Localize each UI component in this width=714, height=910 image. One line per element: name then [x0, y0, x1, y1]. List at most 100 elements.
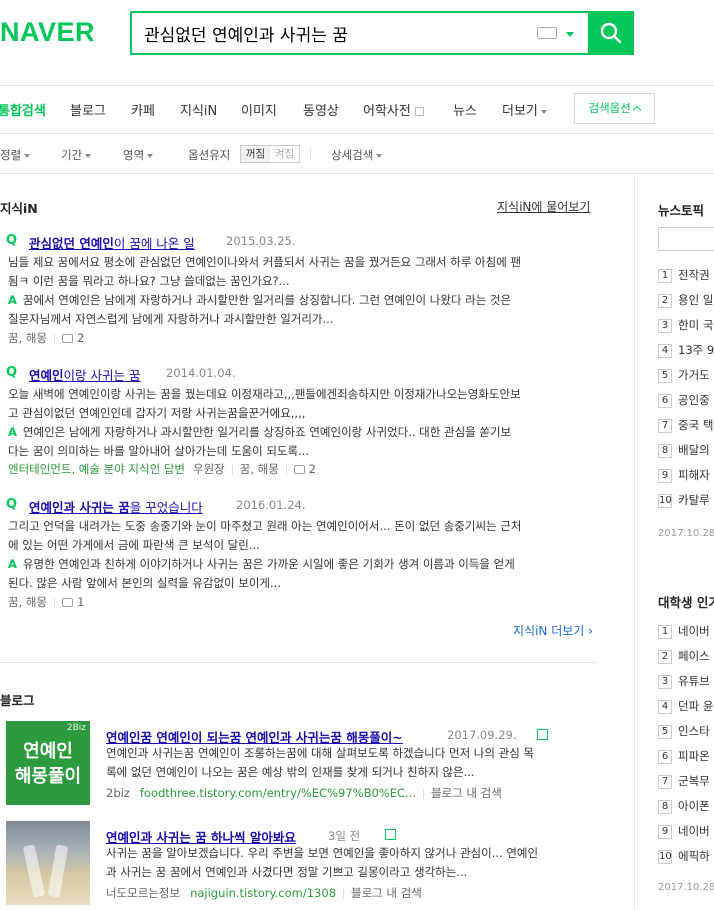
- kin-item-category[interactable]: 엔터테인먼트, 예술 분야 지식인 답변: [8, 462, 185, 476]
- rank-item[interactable]: 1 전작권: [658, 267, 710, 283]
- blog-thumbnail[interactable]: [6, 821, 90, 905]
- rank-item[interactable]: 1 네이버: [658, 623, 710, 639]
- search-options-button[interactable]: 검색옵션: [574, 93, 655, 124]
- rank-number: 1: [658, 624, 672, 639]
- keyboard-icon[interactable]: [537, 27, 557, 39]
- toggle-off[interactable]: 꺼짐: [241, 146, 270, 162]
- filter-period[interactable]: 기간: [61, 147, 92, 163]
- question-line: 에 있는 어떤 가게에서 금에 파란색 큰 보석이 달린...: [8, 538, 260, 552]
- kin-item-title[interactable]: 연예인과 사귀는 꿈을 꾸었습니다: [29, 497, 203, 516]
- rank-number: 5: [658, 724, 672, 739]
- rank-number: 1: [658, 268, 672, 283]
- rank-label: 피파온: [678, 749, 710, 763]
- tab-news[interactable]: 뉴스: [453, 100, 477, 119]
- rank-label: 중국 택: [678, 418, 714, 432]
- tab-kin[interactable]: 지식iN: [180, 100, 217, 119]
- kin-item-tags[interactable]: 꿈, 해몽: [8, 331, 47, 345]
- rank-number: 10: [658, 493, 672, 508]
- blog-item-title-text: 연예인과 사귀는 꿈 하나씩 알아봐요: [106, 830, 296, 845]
- blog-source[interactable]: 너도모르는정보: [106, 886, 180, 900]
- rank-item[interactable]: 9 네이버: [658, 823, 710, 839]
- news-topic-input[interactable]: [658, 227, 714, 251]
- rank-number: 2: [658, 293, 672, 308]
- rank-item[interactable]: 6 피파온: [658, 748, 710, 764]
- chevron-down-icon[interactable]: [566, 32, 574, 37]
- kin-item-date: 2014.01.04.: [166, 366, 236, 380]
- naver-logo[interactable]: NAVER: [0, 17, 95, 48]
- filter-area[interactable]: 영역: [123, 147, 154, 163]
- comment-count[interactable]: 2: [77, 331, 84, 345]
- blog-body-line: 연예인과 사귀는꿈 연예인이 조롱하는꿈에 대해 살펴보도록 하겠습니다 먼저 …: [106, 746, 535, 760]
- tab-more[interactable]: 더보기: [502, 100, 547, 119]
- answer-line: A 연예인은 남에게 자랑하거나 과시할만한 일거리를 상징하죠 연예인이랑 사귀…: [8, 423, 598, 442]
- kin-item-tags[interactable]: 꿈, 해몽: [8, 595, 47, 609]
- university-topic-date: 2017.10.28.: [658, 882, 714, 893]
- tab-integrated[interactable]: 통합검색: [0, 100, 46, 119]
- tab-images[interactable]: 이미지: [241, 100, 277, 119]
- tab-videos[interactable]: 동영상: [303, 100, 339, 119]
- search-button[interactable]: [588, 11, 634, 55]
- rank-item[interactable]: 2 용인 일: [658, 292, 713, 308]
- glass-shape: [47, 844, 69, 898]
- answer-icon: A: [8, 293, 17, 307]
- blog-item-date: 2017.09.29.: [447, 728, 517, 742]
- blog-inner-search[interactable]: 블로그 내 검색: [351, 886, 422, 900]
- kin-item: Q 연예인이랑 사귀는 꿈 2014.01.04. 오늘 새벽에 연예인이랑 사…: [0, 365, 598, 480]
- share-icon[interactable]: [537, 729, 548, 740]
- blog-inner-search[interactable]: 블로그 내 검색: [431, 786, 502, 800]
- kin-more-link[interactable]: 지식iN 더보기 ›: [513, 622, 593, 639]
- search-icon: [600, 22, 622, 44]
- blog-url[interactable]: najiguin.tistory.com/1308: [190, 886, 336, 900]
- rank-item[interactable]: 9 피해자: [658, 467, 710, 483]
- thumb-line: 해몽풀이: [14, 766, 82, 787]
- chevron-down-icon: [376, 153, 383, 158]
- rank-item[interactable]: 8 배달의: [658, 442, 710, 458]
- blog-thumbnail[interactable]: 2Biz 연예인 해몽풀이: [6, 721, 90, 805]
- rank-item[interactable]: 7 중국 택: [658, 417, 713, 433]
- kin-item-tags[interactable]: 꿈, 해몽: [240, 462, 279, 476]
- tab-dictionary[interactable]: 어학사전: [363, 100, 424, 119]
- search-input[interactable]: [144, 18, 534, 48]
- comment-count[interactable]: 1: [77, 595, 84, 609]
- rank-item[interactable]: 4 던파 윤: [658, 698, 713, 714]
- rank-item[interactable]: 3 한미 국: [658, 317, 713, 333]
- header: NAVER: [0, 0, 714, 86]
- kin-item-title[interactable]: 관심없던 연예인이 꿈에 나온 일: [29, 233, 195, 252]
- rank-label: 던파 윤: [678, 699, 714, 713]
- rank-item[interactable]: 5 인스타: [658, 723, 710, 739]
- kin-item-title[interactable]: 연예인이랑 사귀는 꿈: [29, 365, 140, 384]
- rank-item[interactable]: 4 13주 9: [658, 342, 714, 358]
- blog-url[interactable]: foodthree.tistory.com/entry/%EC%97%B0%EC…: [140, 786, 416, 800]
- rank-item[interactable]: 8 아이폰: [658, 798, 710, 814]
- rank-item[interactable]: 2 페이스: [658, 648, 710, 664]
- kin-item-date: 2015.03.25.: [226, 234, 296, 248]
- answer-line: 질문자님께서 자연스럽게 남에게 자랑하거나 과시할만한 일거리가...: [8, 312, 334, 326]
- option-keep-toggle[interactable]: 꺼짐 켜짐: [240, 145, 300, 163]
- chevron-down-icon: [540, 109, 547, 114]
- rank-item[interactable]: 10 에픽하: [658, 848, 710, 864]
- blog-body-line: 과 사귀는 꿈 꿈에서 연예인과 사겼다면 정말 기쁘고 길몽이라고 생각하는.…: [106, 865, 468, 879]
- rank-item[interactable]: 5 가거도: [658, 367, 710, 383]
- answer-line: A 유명한 연예인과 친하게 이야기하거나 사귀는 꿈은 가까운 시일에 좋은 기…: [8, 555, 598, 574]
- rank-item[interactable]: 6 공인중: [658, 392, 710, 408]
- university-topic-title: 대학생 인기: [658, 595, 714, 610]
- toggle-on[interactable]: 켜짐: [270, 146, 299, 162]
- rank-item[interactable]: 3 유튜브: [658, 673, 710, 689]
- filter-sort[interactable]: 정렬: [0, 147, 31, 163]
- tab-cafe[interactable]: 카페: [131, 100, 155, 119]
- blog-item-date: 3일 전: [328, 829, 361, 843]
- kin-ask-link[interactable]: 지식iN에 물어보기: [497, 198, 590, 215]
- blog-source[interactable]: 2biz: [106, 786, 130, 800]
- rank-label: 용인 일: [678, 293, 714, 307]
- rank-item[interactable]: 7 군복무: [658, 773, 710, 789]
- rank-number: 4: [658, 343, 672, 358]
- tab-blog[interactable]: 블로그: [70, 100, 106, 119]
- share-icon[interactable]: [385, 829, 396, 840]
- question-line: 고 관심이없던 연예인인데 갑자기 저랑 사귀는꿈을꾼거에요,,,,: [8, 406, 306, 420]
- question-icon: Q: [6, 365, 18, 380]
- rank-item[interactable]: 10 카탈루: [658, 492, 710, 508]
- kin-item-answerer[interactable]: 우원장: [193, 462, 225, 476]
- filter-area-label: 영역: [123, 148, 145, 162]
- comment-count[interactable]: 2: [309, 462, 316, 476]
- filter-detail[interactable]: 상세검색: [331, 147, 383, 163]
